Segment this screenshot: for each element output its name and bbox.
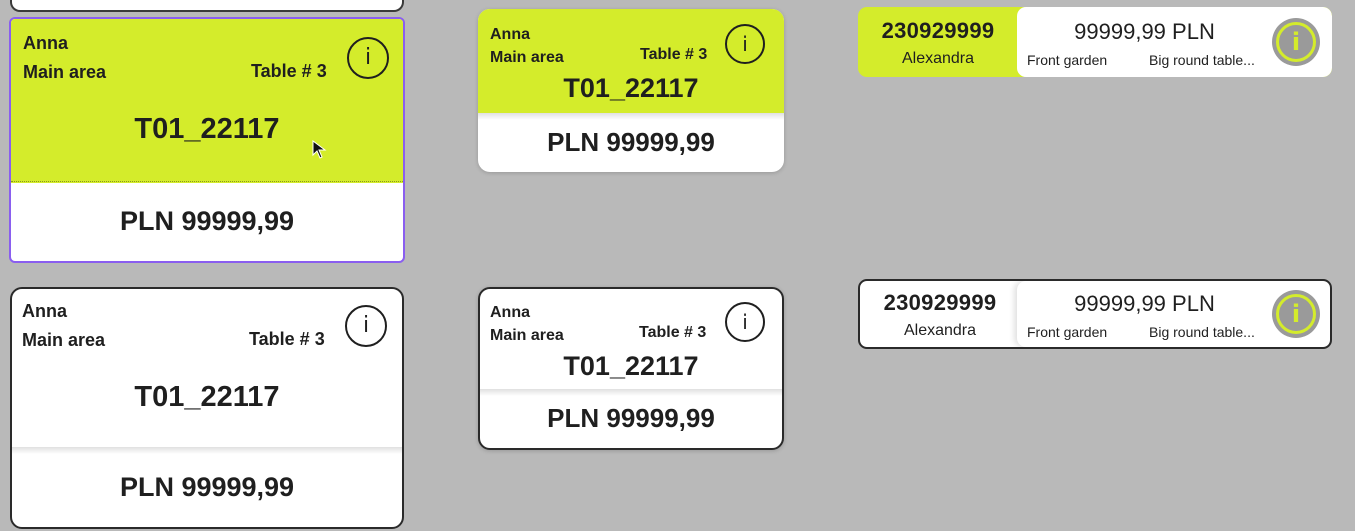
info-icon[interactable]: i: [725, 24, 765, 64]
order-amount: PLN 99999,99: [480, 389, 782, 448]
table-label: Table # 3: [639, 324, 707, 341]
info-icon[interactable]: i: [345, 305, 387, 347]
order-amount: 99999,99 PLN: [1074, 291, 1215, 316]
info-icon[interactable]: i: [725, 302, 765, 342]
card-header: Anna Main area Table # 3 i T01_22117: [11, 19, 403, 183]
order-summary-left: 230929999 Alexandra: [858, 7, 1018, 77]
order-amount: PLN 99999,99: [478, 113, 784, 172]
order-summary-left: 230929999 Alexandra: [860, 281, 1020, 347]
table-label: Table # 3: [640, 46, 708, 63]
guest-name: Alexandra: [903, 322, 977, 339]
area-label: Main area: [22, 330, 106, 350]
info-icon[interactable]: i: [347, 37, 389, 79]
area-label: Main area: [23, 62, 107, 82]
order-summary-pill[interactable]: 230929999 Alexandra 99999,99 PLN Front g…: [858, 7, 1332, 77]
area-label: Main area: [490, 49, 564, 66]
order-id: 230929999: [883, 290, 997, 315]
table-label: Table # 3: [251, 61, 327, 81]
order-amount: PLN 99999,99: [12, 447, 402, 527]
order-code: T01_22117: [134, 381, 280, 413]
card-header: Anna Main area Table # 3 i T01_22117: [12, 289, 402, 447]
table-order-card[interactable]: Anna Main area Table # 3 i T01_22117 PLN…: [9, 17, 405, 263]
location-label: Front garden: [1027, 52, 1108, 68]
table-order-card[interactable]: Anna Main area Table # 3 i T01_22117 PLN…: [478, 9, 784, 172]
guest-name: Alexandra: [901, 50, 975, 67]
info-glyph: i: [1276, 22, 1316, 62]
info-glyph: i: [1276, 294, 1316, 334]
order-summary-pill[interactable]: 230929999 Alexandra 99999,99 PLN Front g…: [858, 279, 1332, 349]
order-summary-details: 99999,99 PLN Front garden Big round tabl…: [1017, 281, 1330, 347]
order-amount: 99999,99 PLN: [1074, 19, 1215, 44]
order-code: T01_22117: [563, 351, 699, 381]
table-label: Table # 3: [249, 329, 325, 349]
table-order-card[interactable]: Anna Main area Table # 3 i T01_22117 PLN…: [478, 287, 784, 450]
offscreen-card-edge: [10, 0, 404, 12]
guest-name: Anna: [23, 33, 68, 53]
table-order-card[interactable]: Anna Main area Table # 3 i T01_22117 PLN…: [10, 287, 404, 529]
order-code: T01_22117: [134, 113, 280, 145]
guest-name: Anna: [22, 301, 67, 321]
order-amount: PLN 99999,99: [11, 181, 403, 261]
guest-name: Anna: [490, 304, 530, 321]
guest-name: Anna: [490, 26, 530, 43]
area-label: Main area: [490, 327, 564, 344]
table-description: Big round table...: [1149, 324, 1255, 340]
mouse-cursor-icon: [312, 140, 327, 159]
card-header: Anna Main area Table # 3 i T01_22117: [478, 9, 784, 113]
order-summary-details: 99999,99 PLN Front garden Big round tabl…: [1017, 7, 1332, 77]
location-label: Front garden: [1027, 324, 1108, 340]
order-id: 230929999: [881, 18, 995, 43]
card-header: Anna Main area Table # 3 i T01_22117: [480, 289, 782, 393]
table-description: Big round table...: [1149, 52, 1255, 68]
info-icon[interactable]: i: [1272, 290, 1320, 338]
info-icon[interactable]: i: [1272, 18, 1320, 66]
order-code: T01_22117: [563, 73, 699, 103]
